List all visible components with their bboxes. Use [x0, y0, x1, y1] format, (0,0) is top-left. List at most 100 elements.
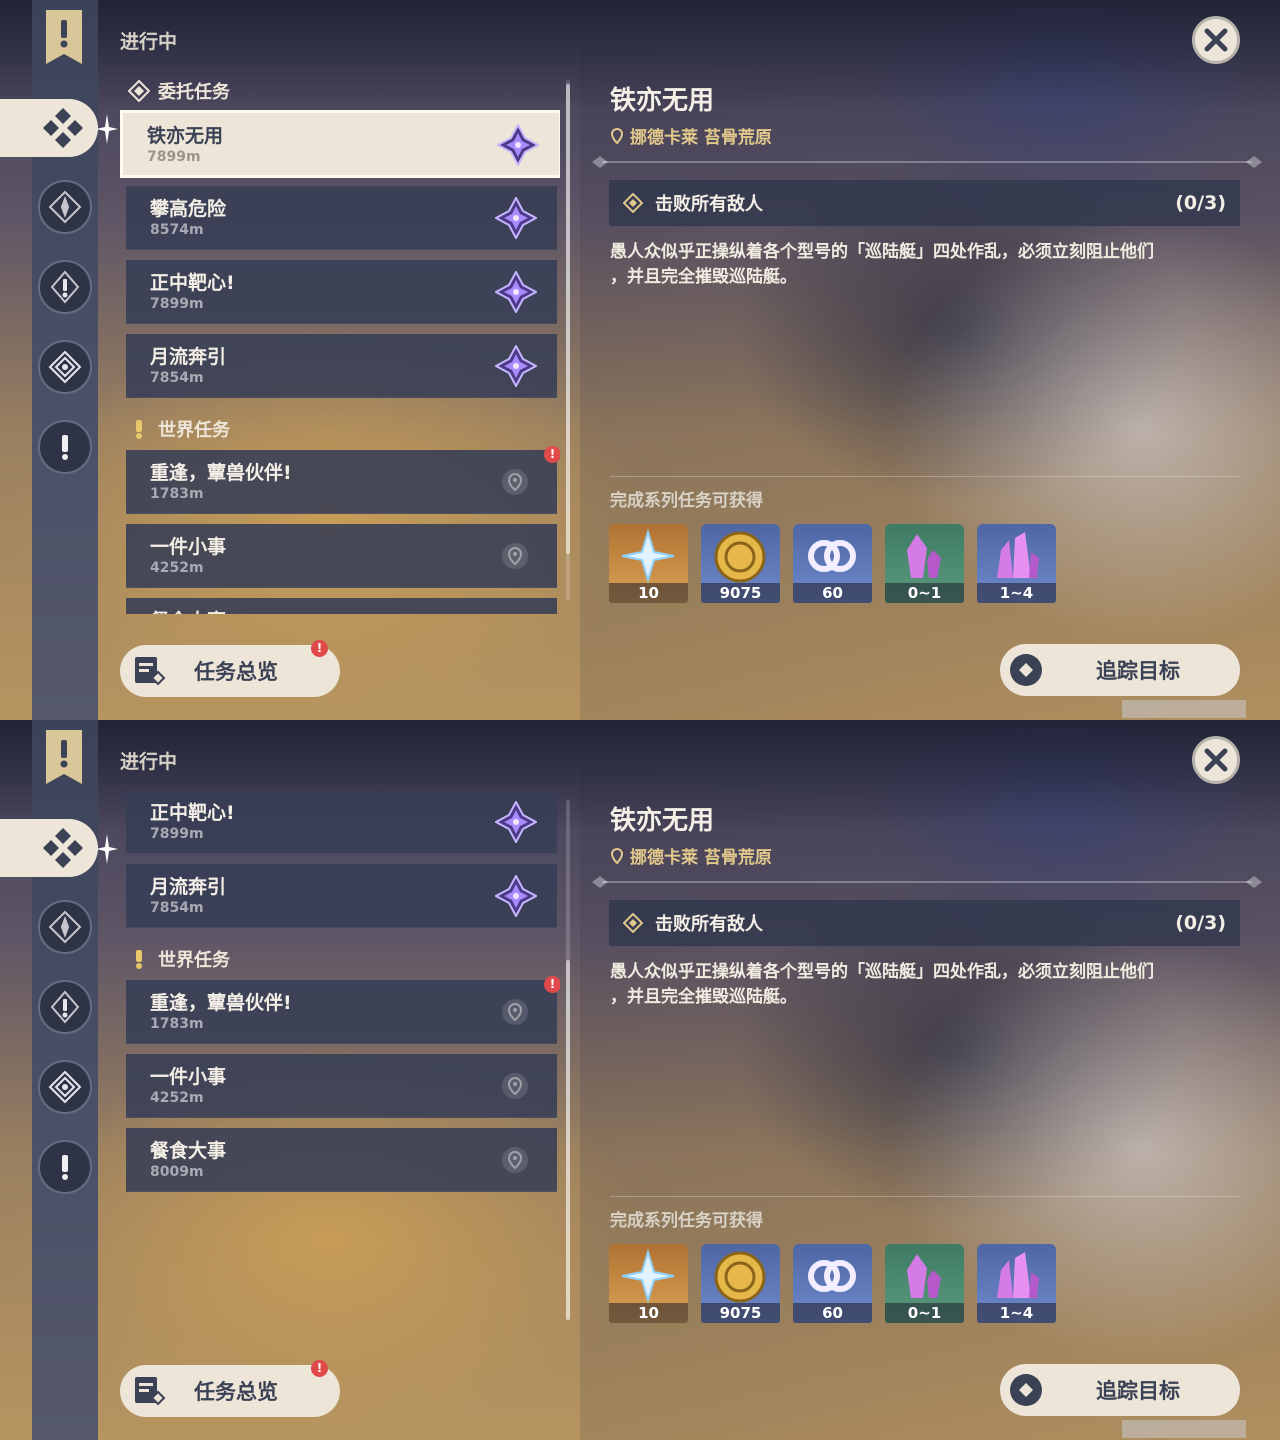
track-label: 追踪目标 [1096, 1379, 1180, 1403]
new-alert-badge: ! [544, 446, 560, 463]
commission-tab[interactable] [38, 1060, 92, 1114]
reward-crystal-small[interactable]: 0~1 [885, 524, 964, 603]
reward-primogem[interactable]: 10 [609, 1244, 688, 1323]
quest-list[interactable]: 委托任务 铁亦无用 7899m 攀高危险 8574m 正中靶心! 7899m 月流奔引… [120, 74, 560, 614]
quest-item[interactable]: 一件小事 4252m [126, 1054, 557, 1118]
status-label: 进行中 [120, 31, 178, 53]
quest-screen-scrolled-top: 进行中 委托任务 铁亦无用 7899m 攀高危险 8574m 正中靶心! 7899m … [0, 0, 1280, 720]
quest-name: 攀高危险 [150, 198, 227, 220]
reward-crystal-large[interactable]: 1~4 [977, 524, 1056, 603]
reward-crystal-small[interactable]: 0~1 [885, 1244, 964, 1323]
objective-bar: 击败所有敌人 (0/3) [609, 900, 1240, 946]
quest-item[interactable]: 餐食大事8009m [126, 1128, 557, 1192]
close-button[interactable] [1192, 16, 1240, 64]
world-quest-tab[interactable] [38, 420, 92, 474]
reward-qty: 10 [609, 1303, 688, 1323]
exclamation-icon [62, 435, 68, 460]
fetters-icon [808, 1260, 856, 1292]
location-pin-icon [610, 847, 624, 864]
archon-icon [48, 910, 82, 944]
description-line: 愚人众似乎正操纵着各个型号的「巡陆艇」四处作乱，必须立刻阻止他们 [610, 962, 1154, 982]
scrollbar-thumb[interactable] [566, 960, 570, 1320]
banner-icon[interactable] [44, 10, 84, 64]
rewards-label: 完成系列任务可获得 [610, 1211, 763, 1231]
story-icon [50, 270, 80, 304]
quest-item[interactable]: 重逢，蕈兽伙伴! 1783m [126, 980, 557, 1044]
quest-distance: 1783m [150, 486, 204, 502]
quest-item[interactable]: 月流奔引 7854m [126, 864, 557, 928]
fetters-icon [808, 540, 856, 572]
world-exclamation-icon [136, 950, 142, 969]
quest-distance: 8009m [150, 1164, 204, 1180]
quest-item[interactable]: 月流奔引 7854m [126, 334, 557, 398]
quest-description: 愚人众似乎正操纵着各个型号的「巡陆艇」四处作乱，必须立刻阻止他们 ，并且完全摧毁巡… [610, 960, 1240, 1010]
description-line: 愚人众似乎正操纵着各个型号的「巡陆艇」四处作乱，必须立刻阻止他们 [610, 242, 1154, 262]
crystal-small-icon [907, 1254, 941, 1298]
reward-qty: 1~4 [977, 1303, 1056, 1323]
overview-alert-badge: ! [311, 640, 328, 657]
quest-distance: 7899m [150, 826, 204, 842]
crystal-small-icon [907, 534, 941, 578]
location-pin-icon [501, 998, 529, 1026]
crystal-large-icon [997, 532, 1039, 578]
list-scrollbar[interactable] [566, 800, 570, 1320]
new-alert-badge: ! [544, 976, 560, 993]
location-pin-icon [610, 127, 624, 144]
reward-mora[interactable]: 9075 [701, 524, 780, 603]
story-quest-tab[interactable] [38, 260, 92, 314]
all-quests-tab-active[interactable] [0, 819, 98, 877]
quest-distance: 7899m [147, 149, 201, 165]
story-quest-tab[interactable] [38, 980, 92, 1034]
primogem-icon [621, 1248, 675, 1304]
reward-qty: 9075 [701, 1303, 780, 1323]
track-icon [1010, 1374, 1042, 1406]
reward-qty: 9075 [701, 583, 780, 603]
quest-star-icon [497, 124, 539, 166]
location-label: 挪德卡莱 苔骨荒原 [630, 848, 772, 868]
rewards-divider [610, 476, 1240, 477]
mora-icon [714, 531, 766, 583]
quest-item[interactable]: 重逢，蕈兽伙伴! 1783m [126, 450, 557, 514]
sparkle-icon [96, 834, 118, 864]
quest-title: 铁亦无用 [610, 86, 715, 116]
quest-name: 餐食大事 [150, 606, 226, 614]
track-objective-button[interactable]: 追踪目标 [1000, 1364, 1240, 1416]
close-button[interactable] [1192, 736, 1240, 784]
reward-fetters[interactable]: 60 [793, 524, 872, 603]
reward-mora[interactable]: 9075 [701, 1244, 780, 1323]
track-objective-button[interactable]: 追踪目标 [1000, 644, 1240, 696]
quest-name: 月流奔引 [150, 876, 227, 898]
world-quest-tab[interactable] [38, 1140, 92, 1194]
list-scrollbar[interactable] [566, 80, 570, 600]
quest-item[interactable]: 正中靶心! 7899m [126, 794, 557, 854]
archon-quest-tab[interactable] [38, 180, 92, 234]
commission-star-icon [48, 1070, 82, 1104]
quest-list[interactable]: 正中靶心! 7899m 月流奔引 7854m 世界任务 重逢，蕈兽伙伴! 1783m … [120, 794, 560, 1334]
quest-distance: 4252m [150, 560, 204, 576]
reward-qty: 1~4 [977, 583, 1056, 603]
location-label: 挪德卡莱 苔骨荒原 [630, 128, 772, 148]
quest-item-selected[interactable]: 铁亦无用 7899m [120, 110, 560, 178]
sparkle-icon [96, 114, 118, 144]
crystal-large-icon [997, 1252, 1039, 1298]
banner-icon[interactable] [44, 730, 84, 784]
commission-tab[interactable] [38, 340, 92, 394]
bottom-indicator [1122, 700, 1246, 718]
ornament-divider [592, 876, 1262, 888]
overview-alert-badge: ! [311, 1360, 328, 1377]
quest-item[interactable]: 餐食大事8009m [126, 598, 557, 614]
archon-quest-tab[interactable] [38, 900, 92, 954]
reward-fetters[interactable]: 60 [793, 1244, 872, 1323]
reward-crystal-large[interactable]: 1~4 [977, 1244, 1056, 1323]
scrollbar-thumb[interactable] [566, 84, 570, 554]
all-quests-tab-active[interactable] [0, 99, 98, 157]
quest-overview-button[interactable]: 任务总览 [120, 1365, 340, 1417]
quest-overview-button[interactable]: 任务总览 [120, 645, 340, 697]
quest-item[interactable]: 一件小事 4252m [126, 524, 557, 588]
quest-item[interactable]: 正中靶心! 7899m [126, 260, 557, 324]
objective-diamond-icon [623, 913, 643, 933]
quest-item[interactable]: 攀高危险 8574m [126, 186, 557, 250]
commission-diamond-icon [128, 80, 150, 102]
quest-star-icon [495, 801, 537, 843]
reward-primogem[interactable]: 10 [609, 524, 688, 603]
